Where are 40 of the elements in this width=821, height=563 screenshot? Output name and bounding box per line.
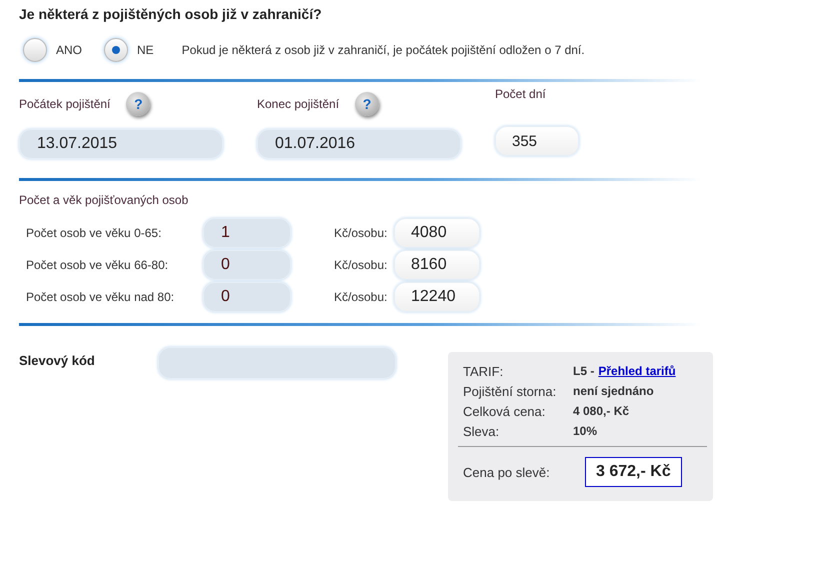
discount-code-field[interactable]: [158, 347, 396, 379]
help-icon[interactable]: ?: [355, 92, 380, 116]
radio-circle-icon: [23, 38, 47, 62]
price-field[interactable]: 4080: [394, 218, 480, 248]
count-field[interactable]: 0: [203, 282, 291, 312]
abroad-note: Pokud je některá z osob již v zahraničí, je počátek pojištění odložen o 7 dní.: [182, 43, 585, 57]
count-field[interactable]: 1: [203, 218, 291, 248]
summary-value: L5 -: [573, 364, 594, 378]
summary-value: není sjednáno: [573, 384, 654, 398]
summary-label: Celková cena:: [463, 404, 546, 418]
question-heading: Je některá z pojištěných osob již v zahraničí?: [19, 6, 323, 22]
summary-label: Cena po slevě:: [463, 464, 551, 480]
radio-option[interactable]: NE: [104, 38, 154, 62]
summary-value: 4 080,- Kč: [573, 404, 630, 418]
summary-label: Pojištění storna:: [463, 384, 558, 398]
field-label: Počet osob ve věku 66-80:: [26, 258, 170, 272]
date-field[interactable]: 01.07.2016: [257, 129, 461, 159]
price-field[interactable]: 8160: [394, 250, 480, 280]
count-field[interactable]: 0: [203, 250, 291, 280]
radio-option[interactable]: ANO: [23, 38, 82, 62]
field-label: Kč/osobu:: [334, 258, 388, 272]
field-label: Slevový kód: [19, 353, 96, 370]
section-heading: Počet a věk pojišťovaných osob: [19, 193, 190, 207]
radio-circle-icon: [104, 38, 128, 62]
final-price: 3 672,- Kč: [585, 457, 682, 487]
field-label: Počet osob ve věku nad 80:: [26, 290, 176, 304]
price-field[interactable]: 12240: [394, 282, 480, 312]
field-label: Počet dní: [495, 87, 546, 101]
summary-label: TARIF:: [463, 364, 504, 378]
field-label: Kč/osobu:: [334, 290, 388, 304]
tariff-link[interactable]: Přehled tarifů: [598, 364, 676, 378]
field-label: Počet osob ve věku 0-65:: [26, 226, 162, 240]
days-field[interactable]: 355: [495, 126, 579, 156]
summary-label: Sleva:: [463, 424, 500, 438]
date-field[interactable]: 13.07.2015: [19, 129, 223, 159]
field-label: Počátek pojištění: [19, 97, 110, 111]
field-label: Kč/osobu:: [334, 226, 388, 240]
help-icon[interactable]: ?: [126, 92, 150, 116]
field-label: Konec pojištění: [257, 97, 340, 111]
summary-value: 10%: [573, 424, 598, 438]
